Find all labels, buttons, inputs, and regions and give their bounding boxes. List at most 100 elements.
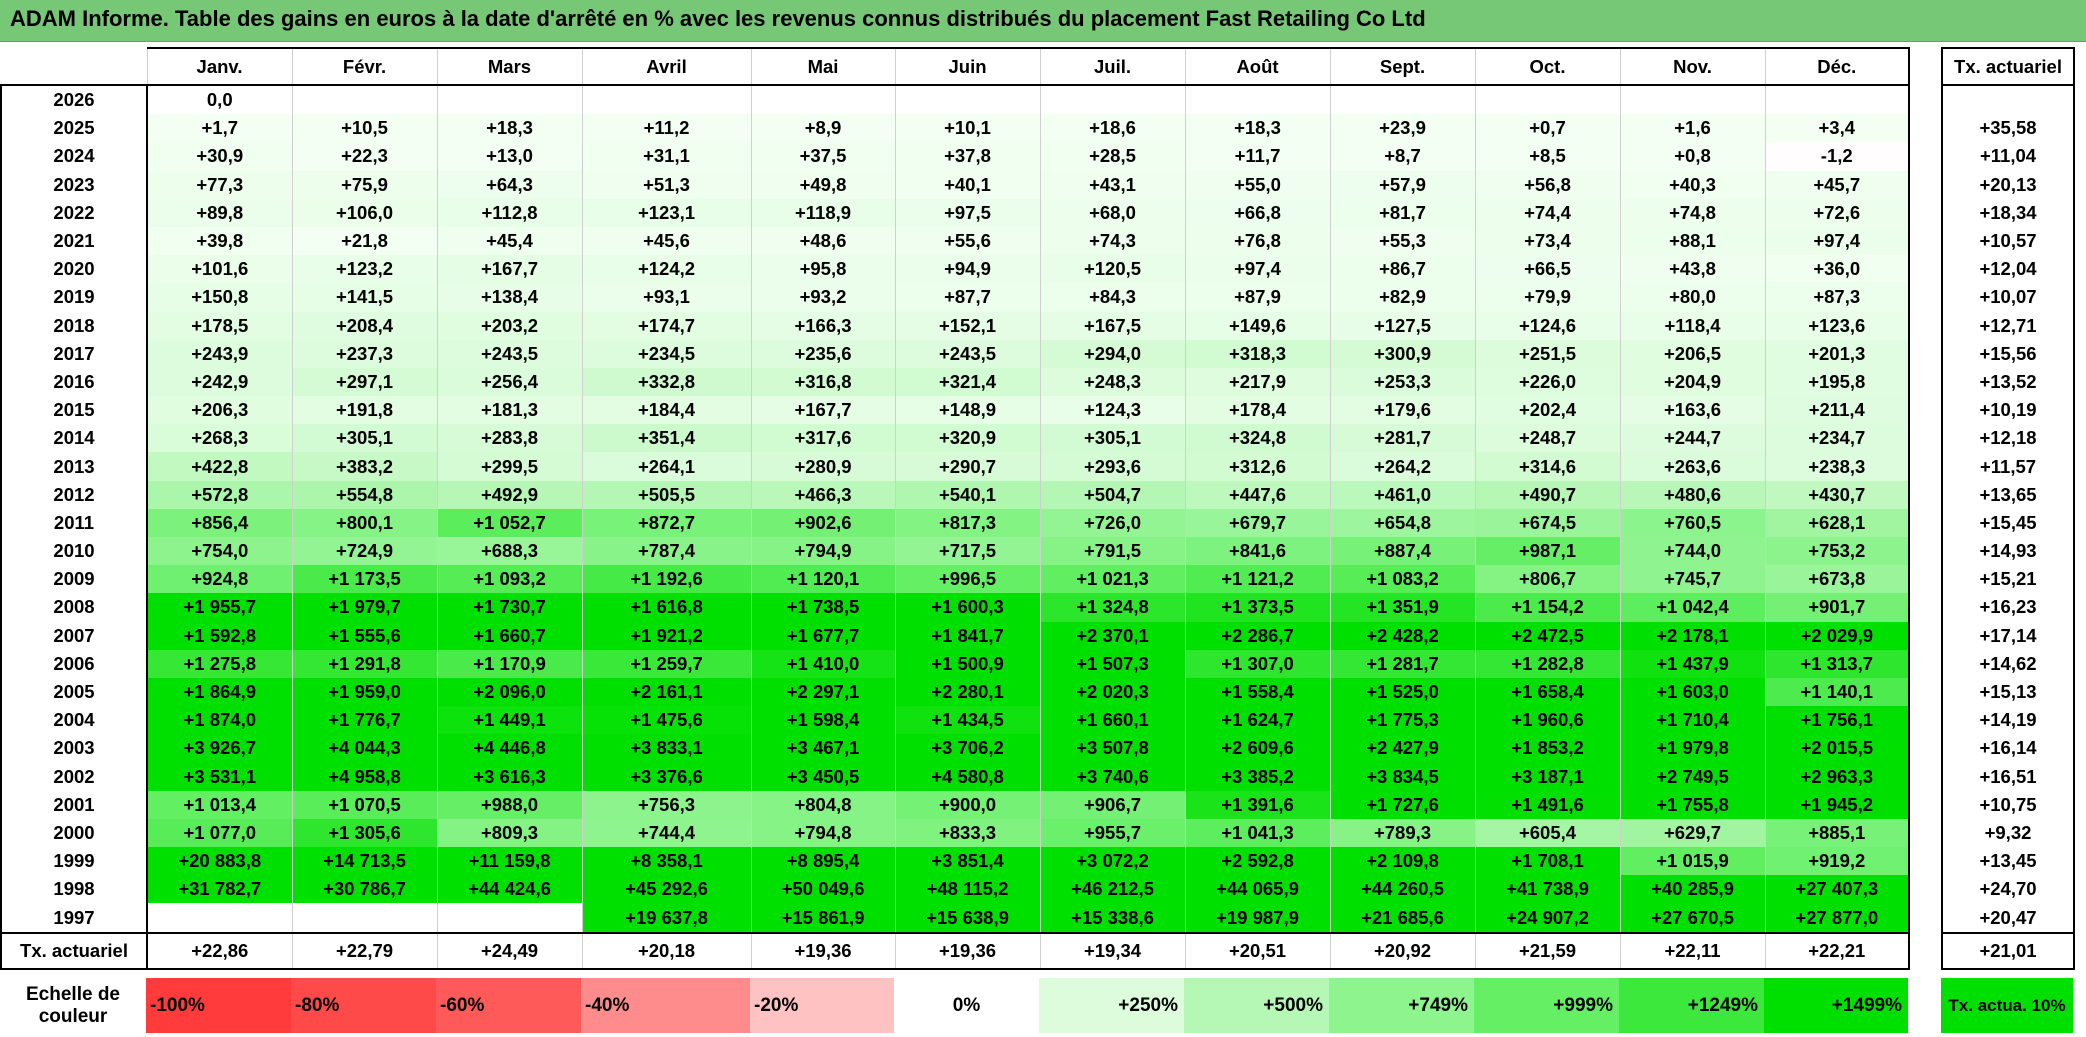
table-row: 2008 +1 955,7 +1 979,7 +1 730,7 +1 616,8 +1 7… xyxy=(0,593,2075,622)
gain-cell: +1 853,2 xyxy=(1474,734,1620,763)
gain-cell: +55,3 xyxy=(1329,226,1475,256)
table-row: 2014 +268,3 +305,1 +283,8 +351,4 +317,6 +320,9… xyxy=(0,424,2075,453)
gain-cell: +1 775,3 xyxy=(1329,706,1475,735)
gain-cell: +679,7 xyxy=(1184,508,1330,537)
month-header: Mai xyxy=(750,47,895,86)
gain-cell: +18,3 xyxy=(436,114,582,143)
scale-step: -100% xyxy=(146,978,291,1033)
gain-cell: +872,7 xyxy=(581,508,751,537)
footer-cell: +22,21 xyxy=(1764,931,1910,970)
gain-cell: +4 580,8 xyxy=(894,762,1040,791)
gain-cell: +55,6 xyxy=(894,226,1040,256)
gain-cell: +268,3 xyxy=(146,424,292,453)
tx-cell: +11,04 xyxy=(1941,142,2075,171)
gain-cell xyxy=(1039,83,1185,115)
gain-cell: +123,2 xyxy=(291,255,437,284)
table-row: 2017 +243,9 +237,3 +243,5 +234,5 +235,6 +243,5… xyxy=(0,339,2075,368)
gain-cell: +264,1 xyxy=(581,452,751,481)
gain-cell: +206,3 xyxy=(146,396,292,425)
year-label: 2022 xyxy=(0,198,148,227)
gain-cell: +745,7 xyxy=(1619,565,1765,594)
gain-cell: +1,6 xyxy=(1619,114,1765,143)
gain-cell: +87,9 xyxy=(1184,283,1330,312)
gain-cell: +66,5 xyxy=(1474,255,1620,284)
header-row: Janv. Févr. Mars Avril Mai Juin Juil. Août Sept.… xyxy=(1,47,2075,86)
gain-cell: +294,0 xyxy=(1039,339,1185,368)
gain-cell: +4 446,8 xyxy=(436,734,582,763)
gain-cell: +11 159,8 xyxy=(436,847,582,876)
scale-tx-swatch: Tx. actua. 10% xyxy=(1941,978,2073,1033)
tx-cell: +18,34 xyxy=(1941,198,2075,227)
gain-cell: +504,7 xyxy=(1039,480,1185,509)
gain-cell: +1,7 xyxy=(146,114,292,143)
year-label: 1999 xyxy=(0,847,148,876)
gain-cell: +1 841,7 xyxy=(894,621,1040,650)
gain-cell: +540,1 xyxy=(894,480,1040,509)
color-scale: Echelle de couleur -100% -80% -60% -40% -20% 0… xyxy=(0,978,2073,1033)
footer-tx-cell: +21,01 xyxy=(1941,931,2075,970)
year-label: 2002 xyxy=(0,762,148,791)
gain-cell: +8,9 xyxy=(750,114,895,143)
gain-cell: +3 740,6 xyxy=(1039,762,1185,791)
scale-step: +250% xyxy=(1039,978,1184,1033)
gain-cell: +794,9 xyxy=(750,537,895,566)
gain-cell: +88,1 xyxy=(1619,226,1765,256)
gain-cell: +202,4 xyxy=(1474,396,1620,425)
gain-cell: +1 921,2 xyxy=(581,621,751,650)
gain-cell: +492,9 xyxy=(436,480,582,509)
year-label: 2004 xyxy=(0,706,148,735)
gain-cell: +14 713,5 xyxy=(291,847,437,876)
gain-cell: +654,8 xyxy=(1329,508,1475,537)
gap-cell xyxy=(1909,565,1942,594)
scale-step: +999% xyxy=(1474,978,1619,1033)
gain-cell: +2 029,9 xyxy=(1764,621,1910,650)
gain-cell: +2 609,6 xyxy=(1184,734,1330,763)
tx-cell xyxy=(1941,83,2075,115)
year-label: 2017 xyxy=(0,339,148,368)
gain-cell: +629,7 xyxy=(1619,818,1765,848)
year-label: 2020 xyxy=(0,255,148,284)
gain-cell: +97,4 xyxy=(1184,255,1330,284)
gap-cell xyxy=(1909,621,1942,650)
gap-cell xyxy=(1909,452,1942,481)
gain-cell: +554,8 xyxy=(291,480,437,509)
gain-cell: +316,8 xyxy=(750,367,895,397)
table-row: 2009 +924,8 +1 173,5 +1 093,2 +1 192,6 +1 120… xyxy=(0,565,2075,594)
gain-cell: +178,5 xyxy=(146,311,292,340)
gain-cell: +1 093,2 xyxy=(436,565,582,594)
gain-cell: +251,5 xyxy=(1474,339,1620,368)
gain-cell: +179,6 xyxy=(1329,396,1475,425)
gain-cell: +27 407,3 xyxy=(1764,875,1910,904)
gain-cell: +204,9 xyxy=(1619,367,1765,397)
tx-cell: +15,13 xyxy=(1941,677,2075,707)
gain-cell: +40,3 xyxy=(1619,170,1765,199)
gain-cell: +167,5 xyxy=(1039,311,1185,340)
table-row: 2024 +30,9 +22,3 +13,0 +31,1 +37,5 +37,8 +28,5 +… xyxy=(0,142,2075,171)
table-row: 2021 +39,8 +21,8 +45,4 +45,6 +48,6 +55,6 +74,3 +… xyxy=(0,226,2075,256)
gain-cell: +1 979,8 xyxy=(1619,734,1765,763)
gain-cell: +37,8 xyxy=(894,142,1040,171)
gain-cell: +856,4 xyxy=(146,508,292,537)
gap-cell xyxy=(1909,339,1942,368)
gap-cell xyxy=(1909,367,1942,397)
gain-cell xyxy=(581,83,751,115)
gain-cell: +1 120,1 xyxy=(750,565,895,594)
gain-cell: +1 955,7 xyxy=(146,593,292,622)
gain-cell: +1 616,8 xyxy=(581,593,751,622)
gain-cell: +1 756,1 xyxy=(1764,706,1910,735)
gain-cell: +1 960,6 xyxy=(1474,706,1620,735)
gain-cell: +123,1 xyxy=(581,198,751,227)
gain-cell: +320,9 xyxy=(894,424,1040,453)
gain-cell: +4 958,8 xyxy=(291,762,437,791)
gain-cell: +24 907,2 xyxy=(1474,903,1620,934)
footer-cell: +22,86 xyxy=(146,931,292,970)
gain-cell: +87,7 xyxy=(894,283,1040,312)
gain-cell: +726,0 xyxy=(1039,508,1185,537)
gain-cell: +1 624,7 xyxy=(1184,706,1330,735)
gain-cell: +50 049,6 xyxy=(750,875,895,904)
gap-cell xyxy=(1909,424,1942,453)
gain-cell: +93,2 xyxy=(750,283,895,312)
gain-cell: +41 738,9 xyxy=(1474,875,1620,904)
gain-cell: +2 428,2 xyxy=(1329,621,1475,650)
gain-cell: +1 324,8 xyxy=(1039,593,1185,622)
